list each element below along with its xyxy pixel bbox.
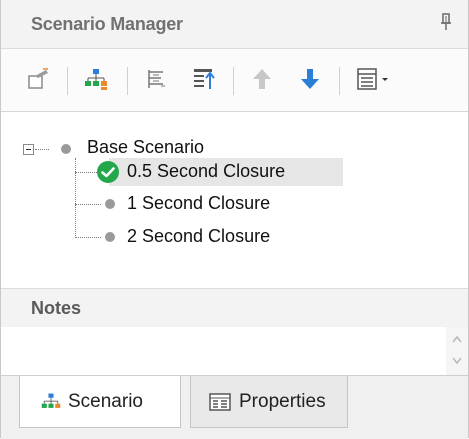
view-options-icon[interactable] <box>349 59 401 99</box>
collapse-tree-icon[interactable] <box>135 59 177 99</box>
tab-scenario-label: Scenario <box>68 390 143 412</box>
scenario-dot-icon <box>61 144 71 154</box>
new-scenario-icon[interactable] <box>17 59 59 99</box>
move-down-icon[interactable] <box>289 59 331 99</box>
scroll-down-icon[interactable] <box>452 357 462 367</box>
pin-icon[interactable] <box>440 12 454 32</box>
tab-properties[interactable]: Properties <box>190 376 348 428</box>
panel-title-bar: Scenario Manager <box>1 0 468 49</box>
tree-node-label: Base Scenario <box>87 137 205 157</box>
scenario-tree: Base Scenario 0.5 Second Closure 1 Secon… <box>13 124 453 274</box>
tab-scenario[interactable]: Scenario <box>19 376 181 428</box>
notes-scrollbar[interactable] <box>446 327 468 375</box>
scenario-tree-icon[interactable] <box>75 59 117 99</box>
toolbar <box>1 49 468 112</box>
scenario-tree-icon <box>40 391 62 413</box>
current-scenario-check-icon <box>97 161 119 183</box>
scroll-up-icon[interactable] <box>452 335 462 345</box>
bottom-tabs: Scenario Properties <box>1 375 468 439</box>
tree-node-label: 0.5 Second Closure <box>127 161 286 181</box>
scenario-dot-icon <box>105 232 115 242</box>
panel-title: Scenario Manager <box>31 14 183 34</box>
tree-node-label: 2 Second Closure <box>127 226 271 246</box>
collapse-node-icon[interactable] <box>23 144 34 155</box>
properties-icon <box>209 392 231 412</box>
sort-icon[interactable] <box>183 59 225 99</box>
tab-properties-label: Properties <box>239 390 326 412</box>
scenario-dot-icon <box>105 199 115 209</box>
scenario-manager-panel: Scenario Manager Base Scenario 0.5 Secon… <box>0 0 469 439</box>
notes-header: Notes <box>1 288 468 328</box>
move-up-icon[interactable] <box>241 59 283 99</box>
tree-node-label: 1 Second Closure <box>127 193 271 213</box>
notes-textarea[interactable] <box>1 327 468 375</box>
notes-label: Notes <box>31 298 82 318</box>
